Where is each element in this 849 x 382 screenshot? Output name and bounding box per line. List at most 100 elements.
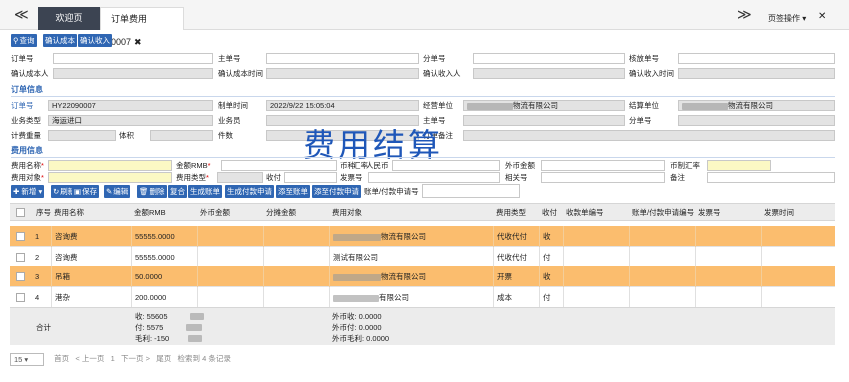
cell-receipt-no — [564, 287, 630, 308]
required-marker: * — [207, 161, 211, 170]
cell-type: 开票 — [494, 266, 540, 287]
table-row[interactable]: 1 咨询费 55555.0000 物流有限公司 代收代付 收 — [10, 226, 835, 247]
bill-pay-request-input[interactable] — [422, 184, 520, 198]
currency-rate-input[interactable] — [707, 160, 771, 171]
add-to-pay-request-button[interactable]: 添至付款申请 — [312, 185, 361, 198]
col-fee-type[interactable]: 费用类型 — [496, 204, 526, 222]
amount-rmb-input[interactable] — [221, 160, 337, 171]
fee-info-divider — [11, 157, 835, 158]
related-no-label: 相关号 — [505, 173, 528, 182]
bill-pay-request-label: 账单/付款申请号 — [364, 187, 419, 196]
note-input[interactable] — [707, 172, 835, 183]
gen-pay-request-button[interactable]: 生成付款申请 — [225, 185, 274, 198]
summary-receive: 收: 55605 — [135, 312, 168, 321]
cell-receipt-no — [564, 247, 630, 268]
select-all-checkbox[interactable] — [16, 208, 25, 217]
cell-invoice-no — [696, 247, 762, 268]
add-to-bill-button[interactable]: 添至账单 — [276, 185, 310, 198]
confirm-cost-button[interactable]: 确认成本 — [43, 34, 77, 47]
operating-unit-value: 物流有限公司 — [513, 101, 558, 110]
confirm-cost-time-input[interactable] — [266, 68, 419, 79]
add-button[interactable]: ✚ 新增 ▾ — [11, 185, 45, 198]
table-row[interactable]: 3 吊箱 50.0000 物流有限公司 开票 收 — [10, 266, 835, 287]
confirm-cost-person-input[interactable] — [53, 68, 213, 79]
confirm-income-person-input[interactable] — [473, 68, 625, 79]
first-page-link[interactable]: 首页 — [54, 354, 69, 363]
sub-no-input[interactable] — [473, 53, 625, 64]
cell-bill-pay-no — [630, 247, 696, 268]
save-icon: ▣ — [74, 187, 82, 196]
related-no-input[interactable] — [541, 172, 665, 183]
master-no-input[interactable] — [266, 53, 419, 64]
col-invoice-no[interactable]: 发票号 — [698, 204, 721, 222]
delete-button[interactable]: 🗑删除 — [137, 185, 167, 198]
last-page-link[interactable]: 尾页 — [156, 354, 171, 363]
table-row[interactable]: 4 港杂 200.0000 有限公司 成本 付 — [10, 287, 835, 308]
tab-operations-dropdown[interactable]: 页签操作 ▾ — [768, 13, 806, 24]
master-no-label: 主单号 — [218, 54, 241, 63]
add-label-text: 新增 — [21, 187, 37, 196]
review-button[interactable]: 复合 — [168, 185, 187, 198]
order-remark-field — [463, 130, 835, 141]
tab-welcome[interactable]: 欢迎页 — [38, 7, 100, 30]
required-marker: * — [41, 161, 44, 170]
cell-share — [264, 266, 330, 287]
redacted-block — [188, 335, 202, 342]
rmb-label: 人民币 — [366, 161, 389, 170]
required-marker: * — [206, 173, 209, 182]
col-foreign-amount[interactable]: 外币金额 — [200, 204, 230, 222]
col-receipt-no[interactable]: 收款单编号 — [566, 204, 604, 222]
invoice-no-input[interactable] — [368, 172, 500, 183]
summary-pay: 付: 5575 — [135, 323, 164, 332]
release-no-input[interactable] — [678, 53, 835, 64]
prev-page-link[interactable]: < 上一页 — [75, 354, 104, 363]
receive-pay-select[interactable] — [284, 172, 337, 183]
col-share-amount[interactable]: 分摊金额 — [266, 204, 296, 222]
summary-foreign-profit: 外币毛利: 0.0000 — [332, 334, 390, 343]
col-amount-rmb[interactable]: 金额RMB — [134, 204, 166, 222]
cell-receive-pay: 付 — [540, 247, 564, 268]
pieces-label: 件数 — [218, 131, 233, 140]
fullscreen-icon[interactable]: ✕ — [818, 11, 826, 22]
redacted-block — [190, 313, 204, 320]
save-button[interactable]: ▣保存 — [72, 185, 100, 198]
master-no-info-field — [463, 115, 625, 126]
query-button[interactable]: ⚲查询 — [11, 34, 37, 47]
currency-select[interactable] — [392, 160, 500, 171]
next-page-link[interactable]: 下一页 > — [121, 354, 150, 363]
tab-order-fee[interactable]: 订单费用0007 ✖ — [100, 7, 184, 47]
col-invoice-time[interactable]: 发票时间 — [764, 204, 794, 222]
weight-field — [48, 130, 116, 141]
current-page: 1 — [110, 354, 115, 363]
col-bill-pay-no[interactable]: 账单/付款申请编号 — [632, 204, 696, 222]
fee-target-input[interactable] — [48, 172, 172, 183]
cell-type: 成本 — [494, 287, 540, 308]
release-no-label: 核放单号 — [629, 54, 659, 63]
row-checkbox[interactable] — [16, 232, 25, 241]
col-fee-name[interactable]: 费用名称 — [54, 204, 84, 222]
order-no-input[interactable] — [53, 53, 213, 64]
confirm-income-time-input[interactable] — [678, 68, 835, 79]
fee-name-label: 费用名称* — [11, 160, 44, 171]
row-checkbox[interactable] — [16, 293, 25, 302]
cell-amount: 50.0000 — [132, 266, 198, 287]
confirm-income-button[interactable]: 确认收入 — [78, 34, 112, 47]
edit-button[interactable]: ✎编辑 — [104, 185, 131, 198]
close-icon[interactable]: ✖ — [134, 37, 142, 47]
row-checkbox[interactable] — [16, 253, 25, 262]
gen-bill-button[interactable]: 生成账单 — [188, 185, 222, 198]
fee-name-input[interactable] — [48, 160, 172, 171]
confirm-income-person-label: 确认收入人 — [423, 69, 461, 78]
scroll-right-icon[interactable]: ≫ — [737, 8, 752, 22]
row-checkbox[interactable] — [16, 272, 25, 281]
scroll-left-icon[interactable]: ≪ — [14, 8, 29, 22]
page-size-select[interactable]: 15 ▾ — [10, 352, 44, 366]
col-no[interactable]: 序号 — [36, 204, 51, 222]
table-row[interactable]: 2 咨询费 55555.0000 测试有限公司 代收代付 付 — [10, 247, 835, 268]
col-fee-target[interactable]: 费用对象 — [332, 204, 362, 222]
foreign-amount-input[interactable] — [541, 160, 665, 171]
cell-target-text: 物流有限公司 — [381, 232, 426, 241]
fee-type-select[interactable] — [217, 172, 263, 183]
col-receive-pay[interactable]: 收付 — [542, 204, 557, 222]
cell-foreign — [198, 247, 264, 268]
